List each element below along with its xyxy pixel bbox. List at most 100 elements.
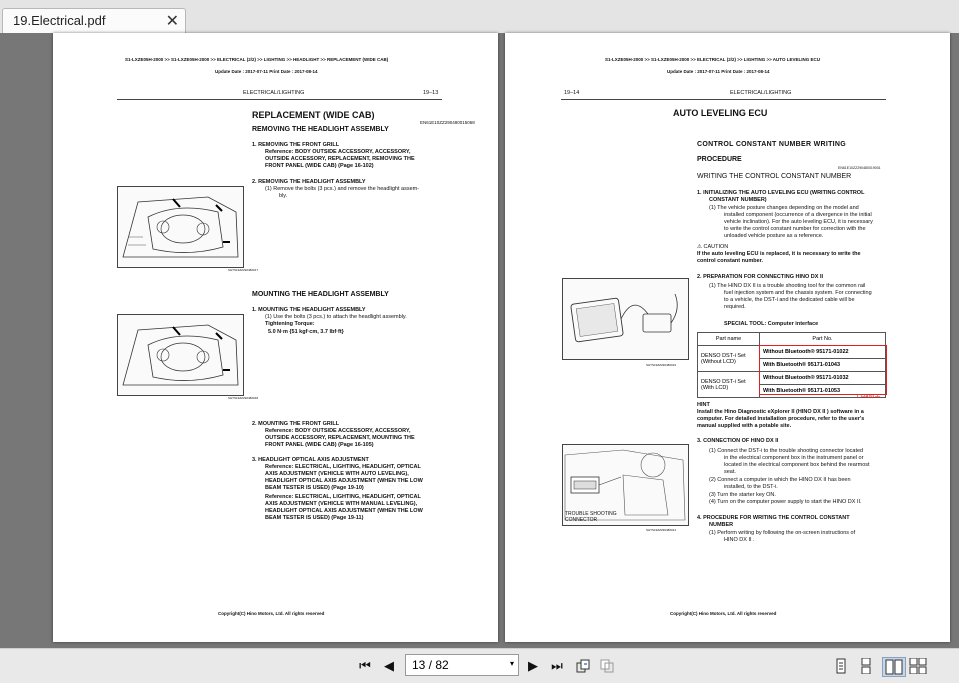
- figure-caption: SHTS19ZZ290480017: [228, 268, 259, 272]
- hint-text: computer. For detailed installation proc…: [697, 416, 865, 422]
- chevron-down-icon[interactable]: ▾: [510, 659, 514, 668]
- reference-text: BEAM TESTER IS USED) (Page 19-11): [265, 515, 364, 521]
- update-date: Update Date : 2017-07-11 Print Date : 20…: [215, 69, 318, 74]
- change-highlight-box: [759, 345, 887, 395]
- table-cell: DENSO DST-i Set (With LCD): [697, 371, 760, 398]
- header-rule: [117, 99, 442, 100]
- step-heading: 1. INITIALIZING THE AUTO LEVELING ECU (W…: [697, 190, 865, 196]
- previous-page-icon[interactable]: ◀: [380, 657, 398, 675]
- step-text: installed component (occurrence of a div…: [724, 212, 872, 218]
- two-page-continuous-icon[interactable]: [909, 657, 927, 675]
- section-title: REMOVING THE HEADLIGHT ASSEMBLY: [252, 126, 389, 133]
- reference-text: Reference: BODY OUTSIDE ACCESSORY, ACCES…: [265, 149, 411, 155]
- step-text: vehicle inclination). For the auto level…: [724, 219, 873, 225]
- step-heading: CONSTANT NUMBER): [709, 197, 767, 203]
- headlight-removal-figure: [117, 186, 244, 268]
- document-tab[interactable]: 19.Electrical.pdf ✕: [2, 8, 186, 33]
- torque-label: Tightening Torque:: [265, 321, 315, 327]
- reference-text: HEADLIGHT OPTICAL AXIS ADJUSTMENT (WHEN …: [265, 478, 423, 484]
- torque-value: 5.0 N·m {51 kgf·cm, 3.7 lbf·ft}: [268, 329, 344, 335]
- headlight-mounting-figure: [117, 314, 244, 396]
- step-text: (2) Connect a computer in which the HINO…: [709, 477, 851, 483]
- step-text: (1) The HINO DX II is a trouble shooting…: [709, 283, 866, 289]
- section-title: CONTROL CONSTANT NUMBER WRITING: [697, 141, 847, 148]
- hint-text: manual supplied with a potable site.: [697, 423, 792, 429]
- single-page-icon[interactable]: [832, 657, 850, 675]
- navigation-toolbar: ⏮ ◀ 13 / 82 ▾ ▶ ⏭: [0, 648, 959, 683]
- step-text: required.: [724, 304, 746, 310]
- table-header: Part No.: [759, 332, 886, 346]
- document-viewer[interactable]: S1-LXZE05H-2000 >> S1-LXZE05H-2000 >> EL…: [0, 33, 959, 648]
- pdf-page-right: S1-LXZE05H-2000 >> S1-LXZE05H-2000 >> EL…: [505, 33, 950, 642]
- step-heading: 2. MOUNTING THE FRONT GRILL: [252, 421, 340, 427]
- step-text: (1) The vehicle posture changes dependin…: [709, 205, 859, 211]
- doc-code: EN61E10ZZ290480019001: [838, 166, 881, 170]
- page-title: REPLACEMENT (WIDE CAB): [252, 110, 375, 120]
- breadcrumb: S1-LXZE05H-2000 >> S1-LXZE05H-2000 >> EL…: [605, 57, 820, 62]
- figure-label: CONNECTOR: [565, 517, 598, 523]
- continuous-page-icon[interactable]: [857, 657, 875, 675]
- step-text: fuel injection system and the chassis sy…: [724, 290, 872, 296]
- page-number-select[interactable]: 13 / 82 ▾: [405, 654, 519, 676]
- caution-text: CAUTION: [703, 244, 729, 250]
- step-text: (1) Connect the DST-i to the trouble sho…: [709, 448, 864, 454]
- figure-caption: SHTS19ZZ290480019: [646, 363, 677, 367]
- reference-text: BEAM TESTER IS USED) (Page 19-10): [265, 485, 364, 491]
- reference-text: OUTSIDE ACCESSORY, REPLACEMENT, MOUNTING…: [265, 435, 415, 441]
- reference-text: AXIS ADJUSTMENT (VEHICLE WITH MANUAL LEV…: [265, 501, 418, 507]
- reference-text: AXIS ADJUSTMENT (VEHICLE WITH AUTO LEVEL…: [265, 471, 409, 477]
- section-header: ELECTRICAL/LIGHTING: [730, 90, 792, 96]
- tablet-dst-figure: [562, 278, 689, 360]
- table-header: Part name: [697, 332, 760, 346]
- step-text: to a vehicle, the DST-i and the dedicate…: [724, 297, 855, 303]
- change-label: CHANGE: [857, 394, 881, 400]
- page-number: 19–13: [423, 90, 439, 96]
- step-heading: 1. REMOVING THE FRONT GRILL: [252, 142, 340, 148]
- figure-caption: SHTS19ZZ290480018: [228, 396, 259, 400]
- step-text: to write the control constant number for…: [724, 226, 866, 232]
- page-footer: Copyright(C) Hino Motors, Ltd. All right…: [670, 611, 777, 616]
- step-text: seat.: [724, 469, 736, 475]
- step-text: (1) Perform writing by following the on-…: [709, 530, 856, 536]
- step-heading: 2. REMOVING THE HEADLIGHT ASSEMBLY: [252, 179, 366, 185]
- reference-text: Reference: ELECTRICAL, LIGHTING, HEADLIG…: [265, 464, 421, 470]
- subsection-title: WRITING THE CONTROL CONSTANT NUMBER: [697, 173, 852, 180]
- step-heading: 2. PREPARATION FOR CONNECTING HINO DX II: [697, 274, 823, 280]
- reference-text: Reference: BODY OUTSIDE ACCESSORY, ACCES…: [265, 428, 411, 434]
- step-text: located in the electrical component box …: [724, 462, 870, 468]
- page-number-value: 13 / 82: [412, 658, 449, 672]
- rotate-cw-icon[interactable]: [574, 657, 592, 675]
- step-text: in the electrical component box in the i…: [724, 455, 864, 461]
- special-tool: SPECIAL TOOL: Computer interface: [724, 321, 819, 327]
- reference-text: Reference: ELECTRICAL, LIGHTING, HEADLIG…: [265, 494, 421, 500]
- step-text: unloaded vehicle posture as a reference.: [724, 233, 824, 239]
- step-heading: 1. MOUNTING THE HEADLIGHT ASSEMBLY: [252, 307, 366, 313]
- page-title: AUTO LEVELING ECU: [673, 108, 768, 118]
- step-text: installed, to the DST-i.: [724, 484, 778, 490]
- step-text: bly.: [279, 193, 288, 199]
- caution-text: If the auto leveling ECU is replaced, it…: [697, 251, 861, 257]
- reference-text: OUTSIDE ACCESSORY, REPLACEMENT, REMOVING…: [265, 156, 415, 162]
- table-cell: DENSO DST-i Set (Without LCD): [697, 345, 760, 372]
- two-page-icon[interactable]: [882, 657, 906, 677]
- pdf-page-left: S1-LXZE05H-2000 >> S1-LXZE05H-2000 >> EL…: [53, 33, 498, 642]
- caution-label: ⚠ CAUTION: [697, 244, 729, 250]
- last-page-icon[interactable]: ⏭: [548, 657, 566, 675]
- hint-label: HINT: [697, 402, 710, 408]
- tab-title: 19.Electrical.pdf: [13, 13, 106, 28]
- first-page-icon[interactable]: ⏮: [356, 657, 374, 675]
- step-text: (1) Use the bolts (3 pcs.) to attach the…: [265, 314, 407, 320]
- page-number: 19–14: [564, 90, 580, 96]
- tab-bar: 19.Electrical.pdf ✕: [0, 0, 959, 33]
- step-text: (1) Remove the bolts (3 pcs.) and remove…: [265, 186, 420, 192]
- reference-text: HEADLIGHT OPTICAL AXIS ADJUSTMENT (WHEN …: [265, 508, 423, 514]
- header-rule: [561, 99, 886, 100]
- section-title: PROCEDURE: [697, 156, 742, 163]
- breadcrumb: S1-LXZE05H-2000 >> S1-LXZE05H-2000 >> EL…: [125, 57, 389, 62]
- rotate-ccw-icon[interactable]: [598, 657, 616, 675]
- close-icon[interactable]: ✕: [166, 11, 179, 31]
- step-heading: 4. PROCEDURE FOR WRITING THE CONTROL CON…: [697, 515, 850, 521]
- step-text: (3) Turn the starter key ON.: [709, 492, 776, 498]
- step-heading: 3. HEADLIGHT OPTICAL AXIS ADJUSTMENT: [252, 457, 369, 463]
- next-page-icon[interactable]: ▶: [524, 657, 542, 675]
